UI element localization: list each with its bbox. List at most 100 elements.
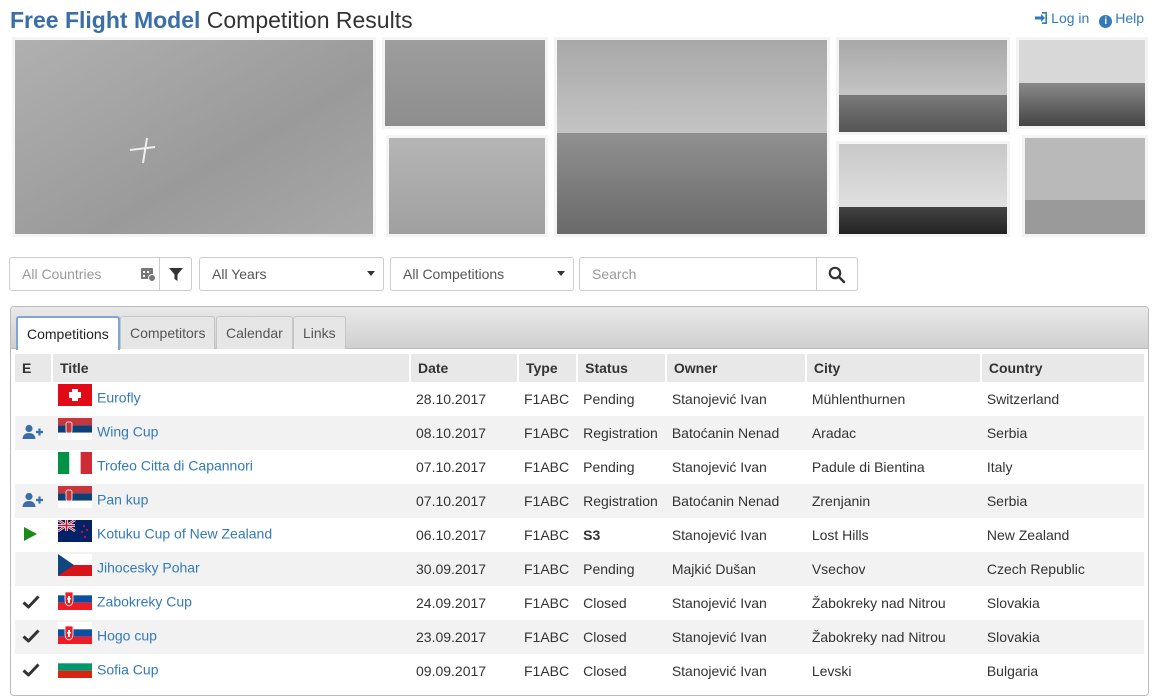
photo-banner bbox=[12, 37, 1148, 237]
info-icon: i bbox=[1099, 15, 1113, 28]
slovakia-flag-icon bbox=[58, 588, 92, 610]
check-icon[interactable] bbox=[22, 628, 40, 647]
table-row[interactable]: Sofia Cup 09.09.2017 F1ABC Closed Stanojević… bbox=[15, 654, 1144, 688]
add-user-icon[interactable] bbox=[22, 424, 44, 443]
country-cell: Italy bbox=[986, 459, 1013, 475]
status-cell: S3 bbox=[583, 527, 601, 543]
banner-photo-7 bbox=[836, 141, 1010, 237]
status-cell: Closed bbox=[583, 595, 627, 611]
owner-cell: Batoćanin Nenad bbox=[664, 416, 805, 450]
year-select-value: All Years bbox=[212, 266, 267, 282]
table-row[interactable]: Hogo cup 23.09.2017 F1ABC Closed Stanojević … bbox=[15, 620, 1144, 654]
date-cell: 07.10.2017 bbox=[416, 459, 487, 475]
top-links: Log in i Help bbox=[1028, 10, 1144, 28]
banner-photo-2 bbox=[382, 37, 548, 129]
table-row[interactable]: Eurofly 28.10.2017 F1ABC Pending Stanojević … bbox=[15, 382, 1144, 416]
country-filter-input[interactable]: All Countries bbox=[9, 257, 160, 291]
banner-photo-launch bbox=[554, 37, 830, 237]
site-title[interactable]: Free Flight Model Competition Results bbox=[10, 6, 413, 34]
type-cell: F1ABC bbox=[524, 391, 570, 407]
country-cell: Slovakia bbox=[979, 620, 1144, 654]
date-cell: 08.10.2017 bbox=[409, 416, 517, 450]
competition-title-link[interactable]: Trofeo Citta di Capannori bbox=[97, 458, 253, 474]
city-cell: Žabokreky nad Nitrou bbox=[804, 620, 980, 654]
search-button[interactable] bbox=[816, 257, 858, 291]
add-user-icon[interactable] bbox=[22, 492, 44, 511]
tab-competitors[interactable]: Competitors bbox=[120, 316, 216, 349]
column-header-e[interactable]: E bbox=[15, 354, 51, 382]
results-panel: Competitions Competitors Calendar Links … bbox=[10, 306, 1149, 696]
title-cell: Zabokreky Cup bbox=[51, 586, 409, 620]
table-row[interactable]: Trofeo Citta di Capannori 07.10.2017 F1ABC… bbox=[15, 450, 1144, 484]
type-cell: F1ABC bbox=[524, 459, 570, 475]
title-cell: Kotuku Cup of New Zealand bbox=[51, 518, 409, 552]
competition-title-link[interactable]: Kotuku Cup of New Zealand bbox=[97, 526, 272, 542]
serbia-flag-icon bbox=[58, 418, 92, 440]
title-cell: Wing Cup bbox=[51, 416, 409, 450]
city-cell: Mühlenthurnen bbox=[811, 391, 906, 407]
status-cell: Pending bbox=[583, 459, 635, 475]
table-row[interactable]: Kotuku Cup of New Zealand 06.10.2017 F1ABC… bbox=[15, 518, 1144, 552]
country-picker-icon bbox=[141, 268, 156, 282]
column-header-type[interactable]: Type bbox=[517, 354, 577, 382]
date-cell: 09.09.2017 bbox=[416, 663, 487, 679]
column-header-country[interactable]: Country bbox=[979, 354, 1144, 382]
filter-button[interactable] bbox=[159, 257, 192, 291]
column-header-title[interactable]: Title bbox=[51, 354, 409, 382]
table-row[interactable]: Pan kup 07.10.2017 F1ABC Registration Batoća… bbox=[15, 484, 1144, 518]
competition-title-link[interactable]: Wing Cup bbox=[97, 424, 158, 440]
row-action-cell bbox=[15, 518, 51, 552]
country-cell: Slovakia bbox=[986, 595, 1040, 611]
login-link[interactable]: Log in bbox=[1034, 10, 1093, 26]
competition-title-link[interactable]: Pan kup bbox=[97, 492, 148, 508]
switzerland-flag-icon bbox=[58, 384, 92, 406]
year-select[interactable]: All Years bbox=[199, 257, 384, 291]
competition-title-link[interactable]: Hogo cup bbox=[97, 628, 157, 644]
row-action-cell bbox=[15, 552, 51, 586]
help-link[interactable]: i Help bbox=[1099, 10, 1144, 28]
table-row[interactable]: Wing Cup 08.10.2017 F1ABC Registration Batoć… bbox=[15, 416, 1144, 450]
column-header-date[interactable]: Date bbox=[409, 354, 517, 382]
search-placeholder: Search bbox=[592, 266, 637, 282]
owner-cell: Stanojević Ivan bbox=[671, 391, 767, 407]
tab-calendar[interactable]: Calendar bbox=[216, 316, 293, 349]
table-row[interactable]: Zabokreky Cup 24.09.2017 F1ABC Closed Stanoj… bbox=[15, 586, 1144, 620]
title-cell: Trofeo Citta di Capannori bbox=[51, 450, 409, 484]
status-cell: Closed bbox=[583, 663, 627, 679]
check-icon[interactable] bbox=[22, 662, 40, 681]
serbia-flag-icon bbox=[58, 486, 92, 508]
chevron-down-icon bbox=[557, 271, 565, 276]
date-cell: 06.10.2017 bbox=[416, 527, 487, 543]
competition-title-link[interactable]: Eurofly bbox=[97, 390, 141, 406]
sign-in-icon bbox=[1035, 12, 1048, 24]
page-header: Free Flight Model Competition Results Lo… bbox=[10, 4, 1146, 34]
city-cell: Lost Hills bbox=[811, 527, 869, 543]
tab-competitions[interactable]: Competitions bbox=[16, 316, 120, 350]
city-cell: Zrenjanin bbox=[804, 484, 980, 518]
type-cell: F1ABC bbox=[517, 620, 577, 654]
check-icon[interactable] bbox=[22, 594, 40, 613]
row-action-cell bbox=[15, 620, 51, 654]
play-icon[interactable] bbox=[22, 526, 38, 545]
competition-select[interactable]: All Competitions bbox=[390, 257, 574, 291]
row-action-cell bbox=[15, 586, 51, 620]
competition-title-link[interactable]: Jihocesky Pohar bbox=[97, 560, 200, 576]
city-cell: Vsechov bbox=[804, 552, 980, 586]
search-input[interactable]: Search bbox=[579, 257, 817, 291]
login-label: Log in bbox=[1051, 10, 1090, 26]
table-row[interactable]: Jihocesky Pohar 30.09.2017 F1ABC Pending Maj… bbox=[15, 552, 1144, 586]
czech-flag-icon bbox=[58, 554, 92, 576]
tab-links[interactable]: Links bbox=[293, 316, 346, 349]
status-cell: Pending bbox=[583, 391, 635, 407]
type-cell: F1ABC bbox=[517, 484, 577, 518]
status-cell: Closed bbox=[576, 620, 665, 654]
competition-title-link[interactable]: Zabokreky Cup bbox=[97, 594, 192, 610]
column-header-owner[interactable]: Owner bbox=[664, 354, 805, 382]
column-header-city[interactable]: City bbox=[804, 354, 980, 382]
column-header-status[interactable]: Status bbox=[576, 354, 665, 382]
owner-cell: Stanojević Ivan bbox=[671, 527, 767, 543]
row-action-cell bbox=[15, 654, 51, 688]
type-cell: F1ABC bbox=[524, 595, 570, 611]
competition-title-link[interactable]: Sofia Cup bbox=[97, 662, 158, 678]
tab-bar: Competitions Competitors Calendar Links bbox=[11, 307, 1148, 350]
